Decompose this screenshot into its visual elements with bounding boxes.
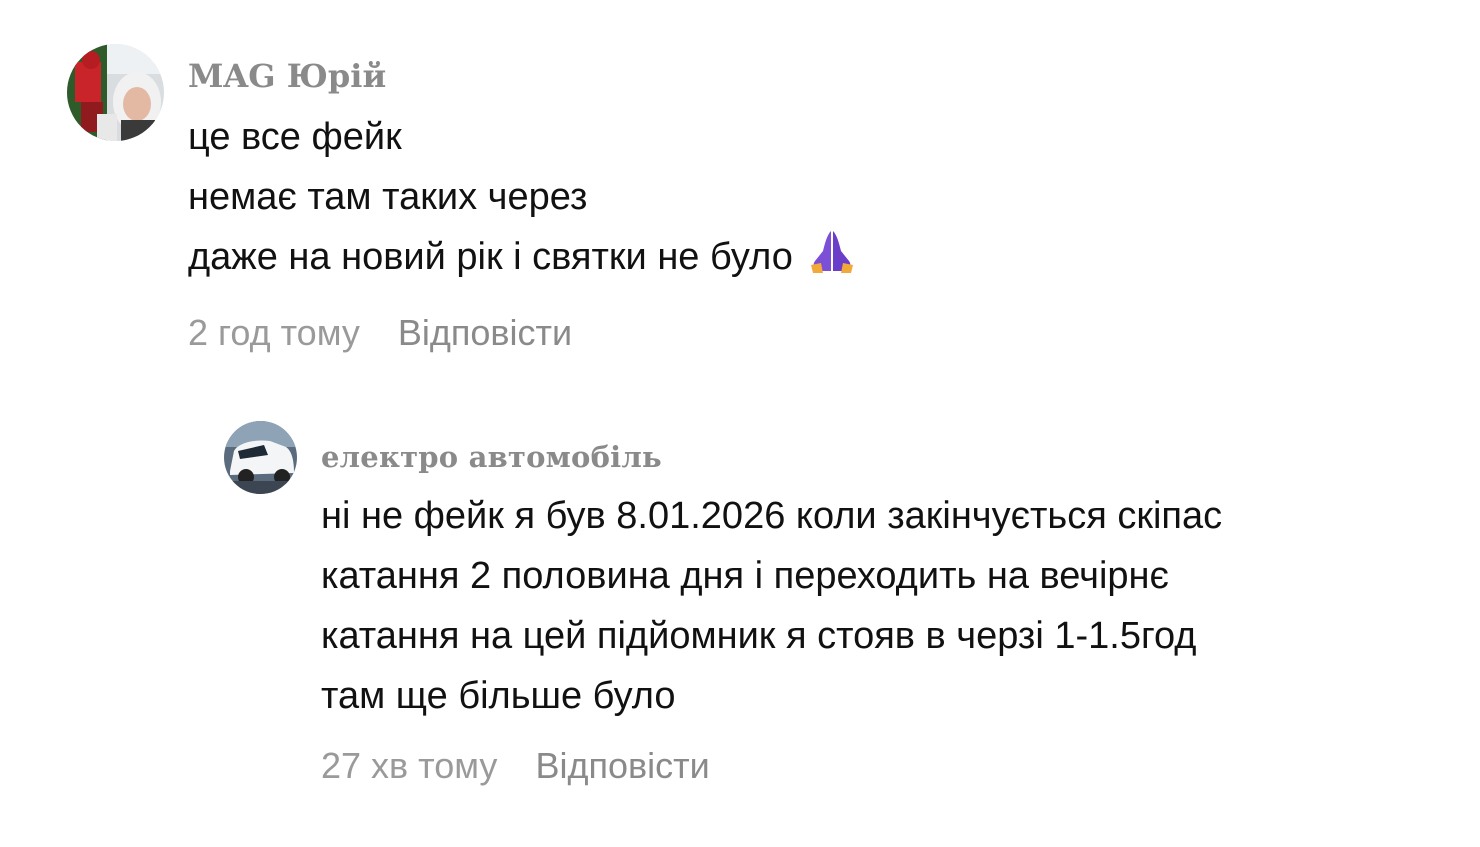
timestamp: 2 год тому	[188, 312, 360, 353]
praying-hands-icon	[807, 227, 857, 293]
comment-text-line: катання на цей підйомник я стояв в черзі…	[321, 615, 1197, 657]
comment-body: електро автомобіль ні не фейк я був 8.01…	[321, 421, 1441, 784]
comment-meta: 27 хв тому Відповісти	[321, 748, 1441, 784]
comment-meta: 2 год тому Відповісти	[188, 315, 1288, 351]
comment-text: це все фейк немає там таких через даже н…	[188, 107, 1288, 293]
avatar[interactable]	[67, 44, 164, 141]
avatar-photo	[224, 421, 297, 494]
reply-button[interactable]: Відповісти	[535, 748, 709, 784]
timestamp: 27 хв тому	[321, 745, 498, 786]
comment-text: ні не фейк я був 8.01.2026 коли закінчує…	[321, 486, 1441, 726]
author-name[interactable]: MAG Юрій	[188, 60, 1288, 92]
comment-text-line: там ще більше було	[321, 675, 676, 717]
avatar-photo	[67, 44, 164, 141]
comment: MAG Юрій це все фейк немає там таких чер…	[67, 44, 1288, 351]
avatar[interactable]	[224, 421, 297, 494]
comment-text-segment: даже на новий рік і святки не було	[188, 236, 793, 278]
comment-text-line: даже на новий рік і святки не було	[188, 227, 1288, 293]
comment-text-line: немає там таких через	[188, 176, 588, 218]
comment-text-line: ні не фейк я був 8.01.2026 коли закінчує…	[321, 495, 1223, 537]
reply-button[interactable]: Відповісти	[398, 315, 572, 351]
reply-comment: електро автомобіль ні не фейк я був 8.01…	[224, 421, 1441, 784]
comment-text-line: катання 2 половина дня і переходить на в…	[321, 555, 1169, 597]
comment-body: MAG Юрій це все фейк немає там таких чер…	[188, 44, 1288, 351]
comment-text-line: це все фейк	[188, 116, 402, 158]
author-name[interactable]: електро автомобіль	[321, 443, 1441, 472]
